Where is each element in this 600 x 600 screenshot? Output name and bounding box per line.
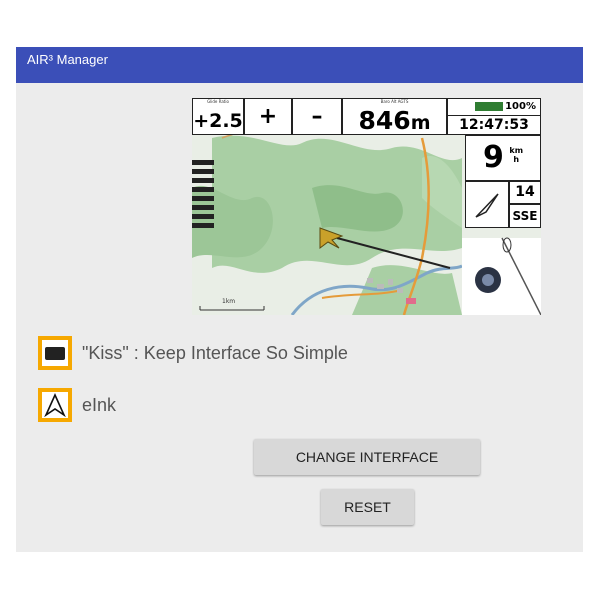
battery-icon <box>475 101 504 111</box>
scale-label: 1km <box>222 298 236 305</box>
app-title: AIR³ Manager <box>27 52 108 67</box>
kiss-screen-icon[interactable] <box>38 336 72 370</box>
altitude-value: 846 <box>358 106 411 135</box>
battery-level: 100% <box>505 101 536 112</box>
interface-preview: Glide Ratio +2.5 + – Baro Alt AGTS 846m … <box>192 98 541 315</box>
app-window: AIR³ Manager Glide Ratio +2.5 + – Baro A… <box>16 47 583 552</box>
title-bar: AIR³ Manager <box>16 47 583 83</box>
navigation-arrow-icon[interactable] <box>38 388 72 422</box>
wind-arrow-icon <box>475 193 499 218</box>
clock-value: 12:47:53 <box>459 117 529 133</box>
plus-cell: + <box>244 98 292 135</box>
wind-direction: SSE <box>512 209 538 223</box>
interface-option-label: eInk <box>82 394 117 415</box>
minus-label: – <box>311 104 323 129</box>
vario-cell: Glide Ratio +2.5 <box>192 98 244 135</box>
interface-option-eink[interactable]: eInk <box>38 385 116 425</box>
minus-cell: – <box>292 98 342 135</box>
vario-caption: Glide Ratio <box>207 99 229 104</box>
wind-speed-cell: 14 <box>509 181 541 204</box>
status-cell: 100% <box>447 98 541 115</box>
wind-direction-cell: SSE <box>509 204 541 228</box>
vario-value: +2.5 <box>193 110 243 132</box>
speed-unit-bottom: h <box>513 155 520 164</box>
altitude-caption: Baro Alt AGTS <box>380 99 409 104</box>
interface-option-kiss[interactable]: "Kiss" : Keep Interface So Simple <box>38 333 348 373</box>
altitude-cell: Baro Alt AGTS 846m <box>342 98 447 135</box>
speed-value: 9 <box>482 140 504 175</box>
speed-cell: 9 km h <box>465 135 541 181</box>
wind-arrow-cell <box>465 181 509 228</box>
reset-button[interactable]: RESET <box>321 489 414 525</box>
clock-cell: 12:47:53 <box>447 115 541 135</box>
change-interface-button[interactable]: CHANGE INTERFACE <box>254 439 480 475</box>
speed-unit-top: km <box>509 146 524 155</box>
wind-speed: 14 <box>515 184 535 200</box>
plus-label: + <box>258 104 278 129</box>
interface-option-label: "Kiss" : Keep Interface So Simple <box>82 342 348 363</box>
altitude-unit: m <box>410 112 431 134</box>
